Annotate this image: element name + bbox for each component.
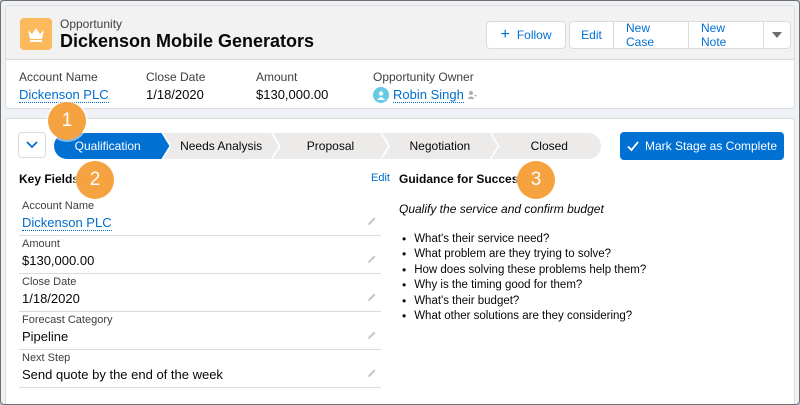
- key-field-value: $130,000.00: [22, 253, 95, 268]
- owner-value: Robin Singh: [373, 87, 477, 103]
- key-field-value: Send quote by the end of the week: [22, 367, 223, 382]
- pencil-icon[interactable]: [367, 292, 377, 302]
- key-field-amount: Amount $130,000.00: [19, 238, 381, 274]
- key-field-value: 1/18/2020: [22, 291, 80, 306]
- key-field-close-date: Close Date 1/18/2020: [19, 276, 381, 312]
- account-name-link[interactable]: Dickenson PLC: [19, 87, 109, 103]
- key-field-account-name: Account Name Dickenson PLC: [19, 200, 381, 236]
- key-field-value: Pipeline: [22, 329, 69, 344]
- sales-path: Qualification Needs Analysis Proposal Negot…: [54, 133, 601, 159]
- action-button-group: Edit New Case New Note: [569, 21, 791, 49]
- object-label: Opportunity: [60, 17, 123, 31]
- new-case-button[interactable]: New Case: [613, 21, 688, 49]
- guidance-item: What problem are they trying to solve?: [402, 247, 646, 263]
- pencil-icon[interactable]: [367, 368, 377, 378]
- path-stage-negotiation[interactable]: Negotiation: [390, 133, 489, 159]
- key-fields-edit-link[interactable]: Edit: [371, 172, 390, 184]
- highlight-owner: Opportunity Owner Robin Singh: [373, 70, 477, 103]
- key-field-account-link[interactable]: Dickenson PLC: [22, 215, 112, 231]
- chevron-down-icon: [26, 141, 38, 149]
- close-date-label: Close Date: [146, 70, 206, 84]
- app-frame: Opportunity Dickenson Mobile Generators …: [0, 0, 800, 405]
- highlight-amount: Amount $130,000.00: [256, 70, 328, 102]
- mark-stage-complete-button[interactable]: Mark Stage as Complete: [620, 132, 784, 160]
- guidance-item: What other solutions are they considerin…: [402, 309, 646, 325]
- chevron-down-icon: [772, 31, 782, 38]
- path-stage-proposal[interactable]: Proposal: [281, 133, 380, 159]
- pencil-icon[interactable]: [367, 254, 377, 264]
- plus-icon: +: [500, 26, 510, 43]
- record-title: Dickenson Mobile Generators: [60, 31, 315, 51]
- callout-badge-2: 2: [76, 161, 114, 199]
- highlights-panel: Account Name Dickenson PLC Close Date 1/…: [6, 66, 794, 106]
- amount-value: $130,000.00: [256, 87, 329, 102]
- crown-icon: [20, 18, 52, 50]
- more-actions-button[interactable]: [763, 21, 791, 49]
- follow-button[interactable]: + Follow: [486, 21, 566, 49]
- checkmark-icon: [627, 141, 639, 152]
- key-field-label: Account Name: [22, 200, 95, 212]
- close-date-value: 1/18/2020: [146, 87, 204, 102]
- follow-button-label: Follow: [516, 28, 552, 42]
- key-field-label: Forecast Category: [22, 314, 113, 326]
- key-field-forecast-category: Forecast Category Pipeline: [19, 314, 381, 350]
- path-collapse-button[interactable]: [18, 132, 46, 158]
- edit-button[interactable]: Edit: [569, 21, 613, 49]
- path-stage-closed[interactable]: Closed: [500, 133, 599, 159]
- amount-label: Amount: [256, 70, 298, 84]
- change-owner-icon[interactable]: [467, 90, 477, 100]
- callout-badge-3: 3: [517, 161, 555, 199]
- owner-link[interactable]: Robin Singh: [393, 87, 464, 103]
- highlight-close-date: Close Date 1/18/2020: [146, 70, 205, 102]
- path-card: Qualification Needs Analysis Proposal Negot…: [5, 118, 795, 404]
- key-field-next-step: Next Step Send quote by the end of the w…: [19, 352, 381, 388]
- record-header-top: Opportunity Dickenson Mobile Generators …: [6, 6, 794, 60]
- guidance-title: Guidance for Success: [399, 172, 526, 186]
- guidance-list: What's their service need? What problem …: [402, 231, 646, 324]
- guidance-item: Why is the timing good for them?: [402, 278, 646, 294]
- key-field-label: Amount: [22, 238, 60, 250]
- path-stage-needs-analysis[interactable]: Needs Analysis: [171, 133, 270, 159]
- highlight-account-name: Account Name Dickenson PLC: [19, 70, 109, 103]
- key-field-label: Next Step: [22, 352, 71, 364]
- pencil-icon[interactable]: [367, 330, 377, 340]
- callout-badge-1: 1: [48, 102, 86, 140]
- key-field-label: Close Date: [22, 276, 77, 288]
- guidance-item: What's their service need?: [402, 231, 646, 247]
- user-avatar-icon: [373, 87, 389, 103]
- owner-label: Opportunity Owner: [373, 70, 474, 84]
- new-note-button[interactable]: New Note: [688, 21, 763, 49]
- record-header: Opportunity Dickenson Mobile Generators …: [5, 5, 795, 109]
- key-fields-title: Key Fields: [19, 172, 80, 186]
- pencil-icon[interactable]: [367, 216, 377, 226]
- mark-stage-complete-label: Mark Stage as Complete: [644, 139, 778, 153]
- guidance-item: What's their budget?: [402, 293, 646, 309]
- guidance-item: How does solving these problems help the…: [402, 262, 646, 278]
- account-name-label: Account Name: [19, 70, 98, 84]
- guidance-intro: Qualify the service and confirm budget: [399, 202, 604, 216]
